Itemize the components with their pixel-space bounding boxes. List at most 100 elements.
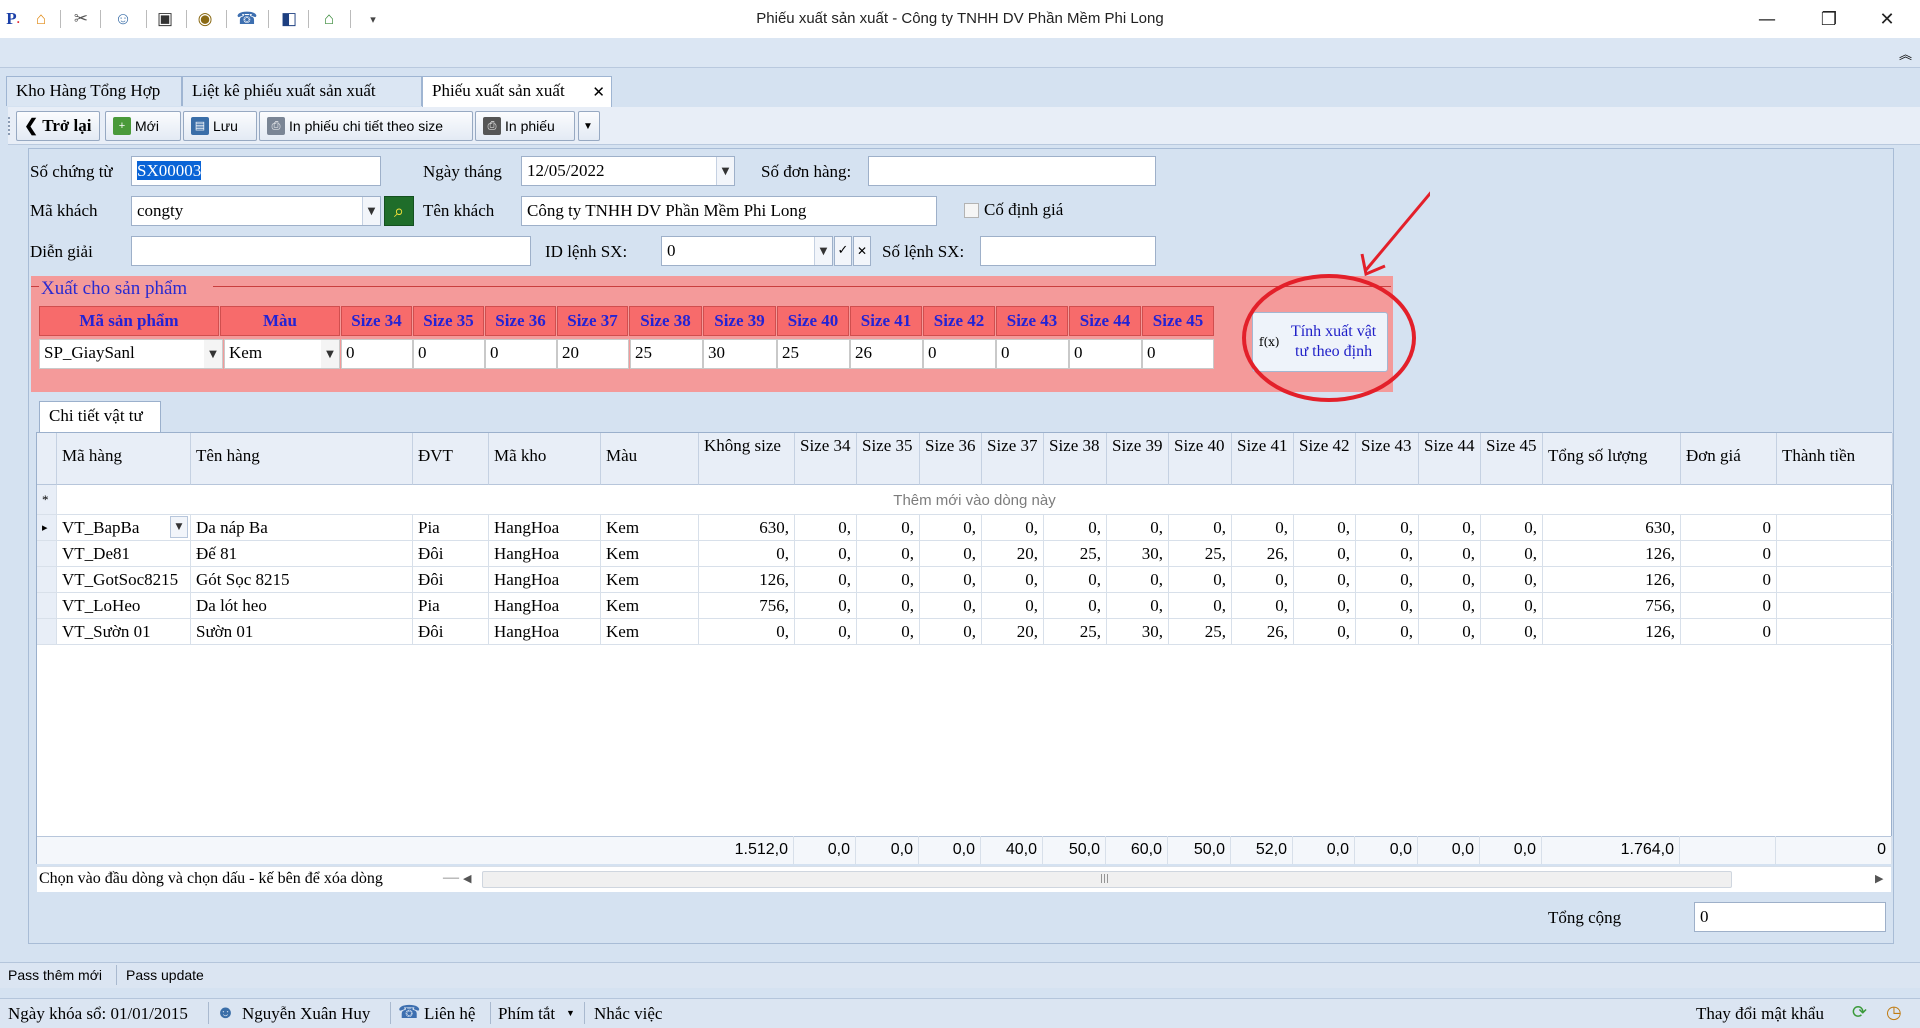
grid-cell[interactable] [1777, 593, 1893, 619]
grid-cell[interactable]: VT_De81 [57, 541, 191, 567]
grid-cell[interactable]: 0, [920, 593, 982, 619]
grid-cell[interactable]: 0, [1169, 567, 1232, 593]
grid-cell[interactable]: 0, [982, 593, 1044, 619]
grid-cell[interactable]: 25, [1044, 619, 1107, 645]
size-input[interactable]: 26 [850, 339, 923, 369]
clapper-icon[interactable]: ▣ [154, 8, 176, 30]
grid-cell[interactable]: 0, [1044, 567, 1107, 593]
grid-cell[interactable]: Pia [413, 515, 489, 541]
print-detail-button[interactable]: ⎙ In phiếu chi tiết theo size [259, 111, 473, 141]
product-code-select[interactable]: SP_GiaySanl ▼ [39, 339, 223, 369]
grid-cell[interactable]: 0, [795, 619, 857, 645]
search-customer-icon[interactable]: ⌕ [384, 196, 414, 226]
grid-cell[interactable]: HangHoa [489, 567, 601, 593]
change-password-link[interactable]: Thay đổi mật khẩu [1696, 1004, 1824, 1024]
grid-cell[interactable]: VT_BapBa ▼ [57, 515, 191, 541]
row-selector[interactable]: ▸ [37, 515, 57, 541]
grid-cell[interactable]: Pia [413, 593, 489, 619]
grid-cell[interactable]: 25, [1169, 619, 1232, 645]
grid-cell[interactable]: 630, [1543, 515, 1681, 541]
grid-cell[interactable]: 0, [857, 541, 920, 567]
grid-cell[interactable]: 0 [1681, 619, 1777, 645]
col-header[interactable]: Size 41 [1232, 433, 1294, 485]
grid-cell[interactable]: 0, [1356, 541, 1419, 567]
grid-cell[interactable]: 0, [699, 619, 795, 645]
grid-cell[interactable]: 0 [1681, 593, 1777, 619]
scroll-right-icon[interactable]: ▶ [1875, 872, 1883, 885]
description-input[interactable] [131, 236, 531, 266]
size-input[interactable]: 0 [341, 339, 413, 369]
size-input[interactable]: 0 [413, 339, 485, 369]
order-id-input[interactable]: 0 ▼ [661, 236, 833, 266]
grid-cell[interactable]: 0, [795, 515, 857, 541]
maximize-button[interactable]: ❐ [1806, 4, 1852, 34]
date-input[interactable]: 12/05/2022 ▼ [521, 156, 735, 186]
grid-cell[interactable]: HangHoa [489, 619, 601, 645]
close-button[interactable]: ✕ [1864, 4, 1910, 34]
tab-close-icon[interactable]: ✕ [592, 83, 605, 101]
toolbar-overflow-button[interactable]: ▼ [578, 111, 600, 141]
clear-icon[interactable]: ✕ [853, 236, 871, 266]
grid-cell[interactable]: 25, [1169, 541, 1232, 567]
col-header[interactable]: Size 45 [1481, 433, 1543, 485]
row-selector[interactable] [37, 619, 57, 645]
size-input[interactable]: 20 [557, 339, 629, 369]
col-header[interactable]: Size 44 [1419, 433, 1481, 485]
grid-cell[interactable]: 126, [1543, 541, 1681, 567]
order-no-input[interactable] [980, 236, 1156, 266]
col-header[interactable]: Size 36 [920, 433, 982, 485]
grid-cell[interactable]: 0, [857, 619, 920, 645]
grid-cell[interactable]: 0, [1419, 515, 1481, 541]
grid-cell[interactable] [1777, 619, 1893, 645]
grid-cell[interactable]: 0, [1356, 619, 1419, 645]
grid-cell[interactable]: 0, [1294, 593, 1356, 619]
grid-cell[interactable]: 0, [1294, 541, 1356, 567]
check-icon[interactable]: ✓ [834, 236, 852, 266]
grid-cell[interactable]: HangHoa [489, 541, 601, 567]
grid-cell[interactable]: 0, [1419, 567, 1481, 593]
grid-cell[interactable]: 0, [795, 593, 857, 619]
col-header[interactable]: Mã hàng [57, 433, 191, 485]
grid-cell[interactable] [1777, 541, 1893, 567]
grid-cell[interactable]: 0, [920, 619, 982, 645]
grid-cell[interactable]: Đế 81 [191, 541, 413, 567]
grid-cell[interactable]: 630, [699, 515, 795, 541]
home-green-icon[interactable]: ⌂ [318, 8, 340, 30]
reminder-link[interactable]: Nhắc việc [594, 1004, 662, 1024]
customize-quick-access-icon[interactable]: ▾ [362, 8, 384, 30]
grid-cell[interactable]: Sườn 01 [191, 619, 413, 645]
product-color-select[interactable]: Kem ▼ [224, 339, 340, 369]
pass-update-label[interactable]: Pass update [126, 967, 204, 983]
contact-link[interactable]: Liên hệ [424, 1004, 475, 1024]
grid-cell[interactable]: 0, [699, 541, 795, 567]
users-icon[interactable]: ☺ [112, 8, 134, 30]
customer-code-input[interactable]: congty ▼ [131, 196, 381, 226]
grid-cell[interactable]: Kem [601, 593, 699, 619]
grid-cell[interactable]: 0, [857, 567, 920, 593]
grid-cell[interactable]: 0, [920, 541, 982, 567]
grid-cell[interactable]: 0, [1419, 593, 1481, 619]
grid-cell[interactable]: 20, [982, 541, 1044, 567]
grid-cell[interactable]: 0, [1044, 515, 1107, 541]
col-header[interactable]: Size 38 [1044, 433, 1107, 485]
grid-cell[interactable]: 0, [1294, 567, 1356, 593]
col-header[interactable]: Tên hàng [191, 433, 413, 485]
row-selector[interactable] [37, 593, 57, 619]
grid-cell[interactable]: Da lót heo [191, 593, 413, 619]
save-button[interactable]: ▤ Lưu [183, 111, 257, 141]
grid-cell[interactable]: 0, [1044, 593, 1107, 619]
order-number-input[interactable] [868, 156, 1156, 186]
clock-icon[interactable]: ◷ [1886, 1002, 1902, 1023]
grid-cell[interactable]: 20, [982, 619, 1044, 645]
grid-cell[interactable]: Da náp Ba [191, 515, 413, 541]
col-header[interactable]: Size 39 [1107, 433, 1169, 485]
grid-cell[interactable] [1777, 567, 1893, 593]
col-header[interactable]: Size 37 [982, 433, 1044, 485]
grid-cell[interactable]: 30, [1107, 619, 1169, 645]
grid-cell[interactable]: 0, [1356, 593, 1419, 619]
horizontal-scrollbar-thumb[interactable]: ||| [482, 871, 1732, 888]
grid-cell[interactable]: 0, [857, 593, 920, 619]
grid-cell[interactable]: 0, [1356, 567, 1419, 593]
col-header[interactable]: Không size [699, 433, 795, 485]
grid-cell[interactable]: 0, [982, 567, 1044, 593]
